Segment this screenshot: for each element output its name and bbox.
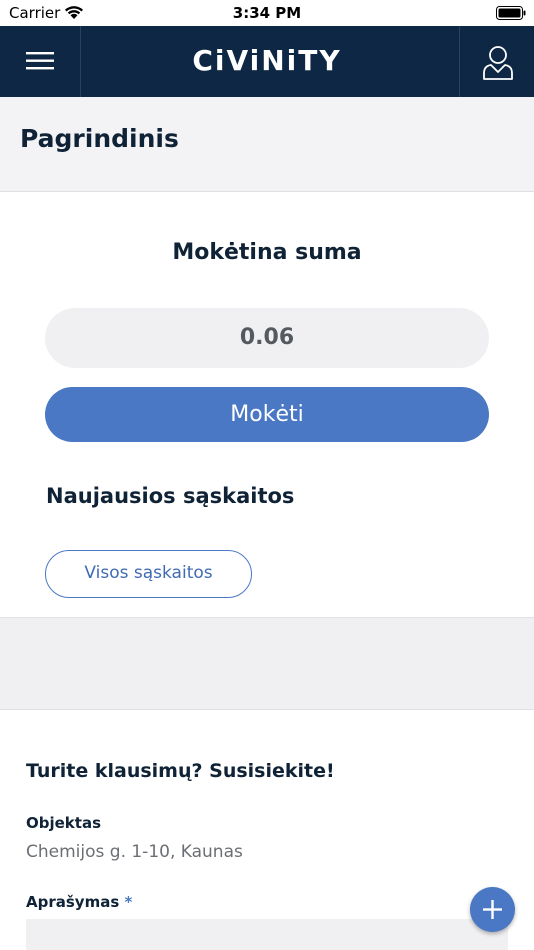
- user-profile-icon: [483, 46, 513, 80]
- description-label: Aprašymas *: [26, 893, 132, 911]
- status-bar: Carrier 3:34 PM: [0, 0, 534, 26]
- amount-due-title: Mokėtina suma: [172, 240, 362, 265]
- contact-card: Turite klausimų? Susisiekite! Objektas C…: [0, 709, 534, 950]
- top-navbar: CiViNiTY: [0, 26, 534, 97]
- object-label: Objektas: [26, 814, 101, 832]
- object-value[interactable]: Chemijos g. 1-10, Kaunas: [26, 842, 243, 862]
- required-marker: *: [124, 893, 133, 911]
- user-profile-button[interactable]: [459, 26, 534, 97]
- battery-icon: [496, 6, 526, 20]
- plus-icon: [483, 900, 502, 919]
- contact-title: Turite klausimų? Susisiekite!: [26, 760, 335, 782]
- all-bills-button[interactable]: Visos sąskaitos: [45, 550, 252, 598]
- section-spacer: [0, 618, 534, 709]
- page-title: Pagrindinis: [20, 124, 179, 153]
- page-header: Pagrindinis: [0, 97, 534, 191]
- payment-card: Mokėtina suma 0.06 Mokėti Naujausios sąs…: [0, 191, 534, 618]
- clock: 3:34 PM: [232, 4, 302, 22]
- description-label-text: Aprašymas: [26, 893, 120, 911]
- amount-due-value: 0.06: [45, 308, 489, 368]
- description-input[interactable]: [26, 919, 508, 950]
- latest-bills-title: Naujausios sąskaitos: [46, 484, 295, 508]
- pay-button[interactable]: Mokėti: [45, 387, 489, 442]
- add-button[interactable]: [470, 887, 515, 932]
- civinity-logo: CiViNiTY: [192, 44, 342, 77]
